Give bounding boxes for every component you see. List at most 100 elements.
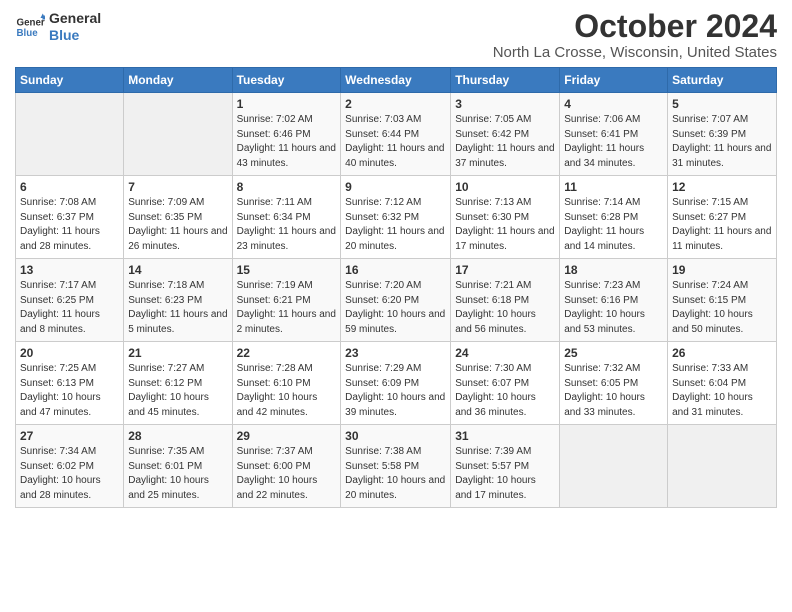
day-number: 9 — [345, 180, 446, 194]
day-info: Sunrise: 7:05 AM Sunset: 6:42 PM Dayligh… — [455, 113, 555, 171]
calendar-cell: 26 Sunrise: 7:33 AM Sunset: 6:04 PM Dayli… — [668, 342, 777, 425]
header-day-wednesday: Wednesday — [341, 68, 451, 93]
day-info: Sunrise: 7:38 AM Sunset: 5:58 PM Dayligh… — [345, 445, 446, 503]
day-info: Sunrise: 7:33 AM Sunset: 6:04 PM Dayligh… — [672, 362, 772, 420]
calendar-week-5: 27Sunrise: 7:34 AM Sunset: 6:02 PM Dayli… — [16, 425, 777, 508]
calendar-cell: 2 Sunrise: 7:03 AM Sunset: 6:44 PM Daylig… — [341, 93, 451, 176]
day-number: 17 — [455, 263, 555, 277]
day-number: 6 — [20, 180, 119, 194]
calendar-cell: 15Sunrise: 7:19 AM Sunset: 6:21 PM Dayli… — [232, 259, 341, 342]
day-info: Sunrise: 7:09 AM Sunset: 6:35 PM Dayligh… — [128, 196, 227, 254]
day-number: 28 — [128, 429, 227, 443]
day-info: Sunrise: 7:02 AM Sunset: 6:46 PM Dayligh… — [237, 113, 337, 171]
header-day-tuesday: Tuesday — [232, 68, 341, 93]
header-day-sunday: Sunday — [16, 68, 124, 93]
location-title: North La Crosse, Wisconsin, United State… — [493, 44, 777, 61]
calendar-cell: 16 Sunrise: 7:20 AM Sunset: 6:20 PM Dayli… — [341, 259, 451, 342]
day-info: Sunrise: 7:12 AM Sunset: 6:32 PM Dayligh… — [345, 196, 446, 254]
day-number: 10 — [455, 180, 555, 194]
calendar-cell: 5 Sunrise: 7:07 AM Sunset: 6:39 PM Daylig… — [668, 93, 777, 176]
day-number: 23 — [345, 346, 446, 360]
day-number: 30 — [345, 429, 446, 443]
calendar-cell: 6 Sunrise: 7:08 AM Sunset: 6:37 PM Daylig… — [16, 176, 124, 259]
calendar-cell: 9 Sunrise: 7:12 AM Sunset: 6:32 PM Daylig… — [341, 176, 451, 259]
day-info: Sunrise: 7:13 AM Sunset: 6:30 PM Dayligh… — [455, 196, 555, 254]
day-number: 24 — [455, 346, 555, 360]
day-info: Sunrise: 7:08 AM Sunset: 6:37 PM Dayligh… — [20, 196, 119, 254]
day-info: Sunrise: 7:23 AM Sunset: 6:16 PM Dayligh… — [564, 279, 663, 337]
day-info: Sunrise: 7:24 AM Sunset: 6:15 PM Dayligh… — [672, 279, 772, 337]
day-number: 13 — [20, 263, 119, 277]
day-number: 26 — [672, 346, 772, 360]
calendar-cell: 17 Sunrise: 7:21 AM Sunset: 6:18 PM Dayli… — [451, 259, 560, 342]
calendar-cell: 21 Sunrise: 7:27 AM Sunset: 6:12 PM Dayli… — [124, 342, 232, 425]
day-number: 21 — [128, 346, 227, 360]
calendar-cell: 29 Sunrise: 7:37 AM Sunset: 6:00 PM Dayli… — [232, 425, 341, 508]
day-info: Sunrise: 7:39 AM Sunset: 5:57 PM Dayligh… — [455, 445, 555, 503]
calendar-cell: 22Sunrise: 7:28 AM Sunset: 6:10 PM Dayli… — [232, 342, 341, 425]
calendar-cell: 11Sunrise: 7:14 AM Sunset: 6:28 PM Dayli… — [560, 176, 668, 259]
calendar-cell: 30 Sunrise: 7:38 AM Sunset: 5:58 PM Dayli… — [341, 425, 451, 508]
calendar-week-4: 20Sunrise: 7:25 AM Sunset: 6:13 PM Dayli… — [16, 342, 777, 425]
day-number: 5 — [672, 97, 772, 111]
day-number: 8 — [237, 180, 337, 194]
day-number: 7 — [128, 180, 227, 194]
day-info: Sunrise: 7:37 AM Sunset: 6:00 PM Dayligh… — [237, 445, 337, 503]
header-day-thursday: Thursday — [451, 68, 560, 93]
day-number: 25 — [564, 346, 663, 360]
day-number: 29 — [237, 429, 337, 443]
day-number: 22 — [237, 346, 337, 360]
calendar-cell — [16, 93, 124, 176]
day-info: Sunrise: 7:06 AM Sunset: 6:41 PM Dayligh… — [564, 113, 663, 171]
calendar-week-2: 6 Sunrise: 7:08 AM Sunset: 6:37 PM Daylig… — [16, 176, 777, 259]
day-info: Sunrise: 7:11 AM Sunset: 6:34 PM Dayligh… — [237, 196, 337, 254]
day-info: Sunrise: 7:25 AM Sunset: 6:13 PM Dayligh… — [20, 362, 119, 420]
day-info: Sunrise: 7:18 AM Sunset: 6:23 PM Dayligh… — [128, 279, 227, 337]
calendar-table: SundayMondayTuesdayWednesdayThursdayFrid… — [15, 67, 777, 508]
day-number: 14 — [128, 263, 227, 277]
logo-icon: General Blue — [15, 12, 45, 42]
calendar-cell: 1 Sunrise: 7:02 AM Sunset: 6:46 PM Daylig… — [232, 93, 341, 176]
day-info: Sunrise: 7:29 AM Sunset: 6:09 PM Dayligh… — [345, 362, 446, 420]
day-info: Sunrise: 7:27 AM Sunset: 6:12 PM Dayligh… — [128, 362, 227, 420]
calendar-cell: 12Sunrise: 7:15 AM Sunset: 6:27 PM Dayli… — [668, 176, 777, 259]
day-number: 3 — [455, 97, 555, 111]
day-number: 19 — [672, 263, 772, 277]
day-info: Sunrise: 7:21 AM Sunset: 6:18 PM Dayligh… — [455, 279, 555, 337]
day-info: Sunrise: 7:03 AM Sunset: 6:44 PM Dayligh… — [345, 113, 446, 171]
calendar-cell: 27Sunrise: 7:34 AM Sunset: 6:02 PM Dayli… — [16, 425, 124, 508]
day-info: Sunrise: 7:17 AM Sunset: 6:25 PM Dayligh… — [20, 279, 119, 337]
calendar-cell — [124, 93, 232, 176]
calendar-cell: 4 Sunrise: 7:06 AM Sunset: 6:41 PM Daylig… — [560, 93, 668, 176]
calendar-cell: 20Sunrise: 7:25 AM Sunset: 6:13 PM Dayli… — [16, 342, 124, 425]
day-info: Sunrise: 7:35 AM Sunset: 6:01 PM Dayligh… — [128, 445, 227, 503]
calendar-cell: 19 Sunrise: 7:24 AM Sunset: 6:15 PM Dayli… — [668, 259, 777, 342]
day-number: 4 — [564, 97, 663, 111]
page-header: General Blue General Blue October 2024 N… — [15, 10, 777, 61]
month-title: October 2024 — [493, 10, 777, 42]
day-info: Sunrise: 7:30 AM Sunset: 6:07 PM Dayligh… — [455, 362, 555, 420]
day-info: Sunrise: 7:20 AM Sunset: 6:20 PM Dayligh… — [345, 279, 446, 337]
day-number: 16 — [345, 263, 446, 277]
logo: General Blue General Blue — [15, 10, 101, 44]
svg-text:General: General — [17, 17, 46, 28]
calendar-cell: 13 Sunrise: 7:17 AM Sunset: 6:25 PM Dayli… — [16, 259, 124, 342]
day-number: 27 — [20, 429, 119, 443]
day-number: 15 — [237, 263, 337, 277]
logo-line2: Blue — [49, 27, 101, 44]
header-day-monday: Monday — [124, 68, 232, 93]
day-number: 1 — [237, 97, 337, 111]
calendar-cell: 8 Sunrise: 7:11 AM Sunset: 6:34 PM Daylig… — [232, 176, 341, 259]
calendar-cell: 24 Sunrise: 7:30 AM Sunset: 6:07 PM Dayli… — [451, 342, 560, 425]
header-day-saturday: Saturday — [668, 68, 777, 93]
day-info: Sunrise: 7:32 AM Sunset: 6:05 PM Dayligh… — [564, 362, 663, 420]
day-number: 31 — [455, 429, 555, 443]
header-day-friday: Friday — [560, 68, 668, 93]
calendar-cell: 23 Sunrise: 7:29 AM Sunset: 6:09 PM Dayli… — [341, 342, 451, 425]
calendar-week-3: 13 Sunrise: 7:17 AM Sunset: 6:25 PM Dayli… — [16, 259, 777, 342]
calendar-cell — [560, 425, 668, 508]
calendar-week-1: 1 Sunrise: 7:02 AM Sunset: 6:46 PM Daylig… — [16, 93, 777, 176]
day-number: 2 — [345, 97, 446, 111]
day-info: Sunrise: 7:07 AM Sunset: 6:39 PM Dayligh… — [672, 113, 772, 171]
calendar-body: 1 Sunrise: 7:02 AM Sunset: 6:46 PM Daylig… — [16, 93, 777, 508]
